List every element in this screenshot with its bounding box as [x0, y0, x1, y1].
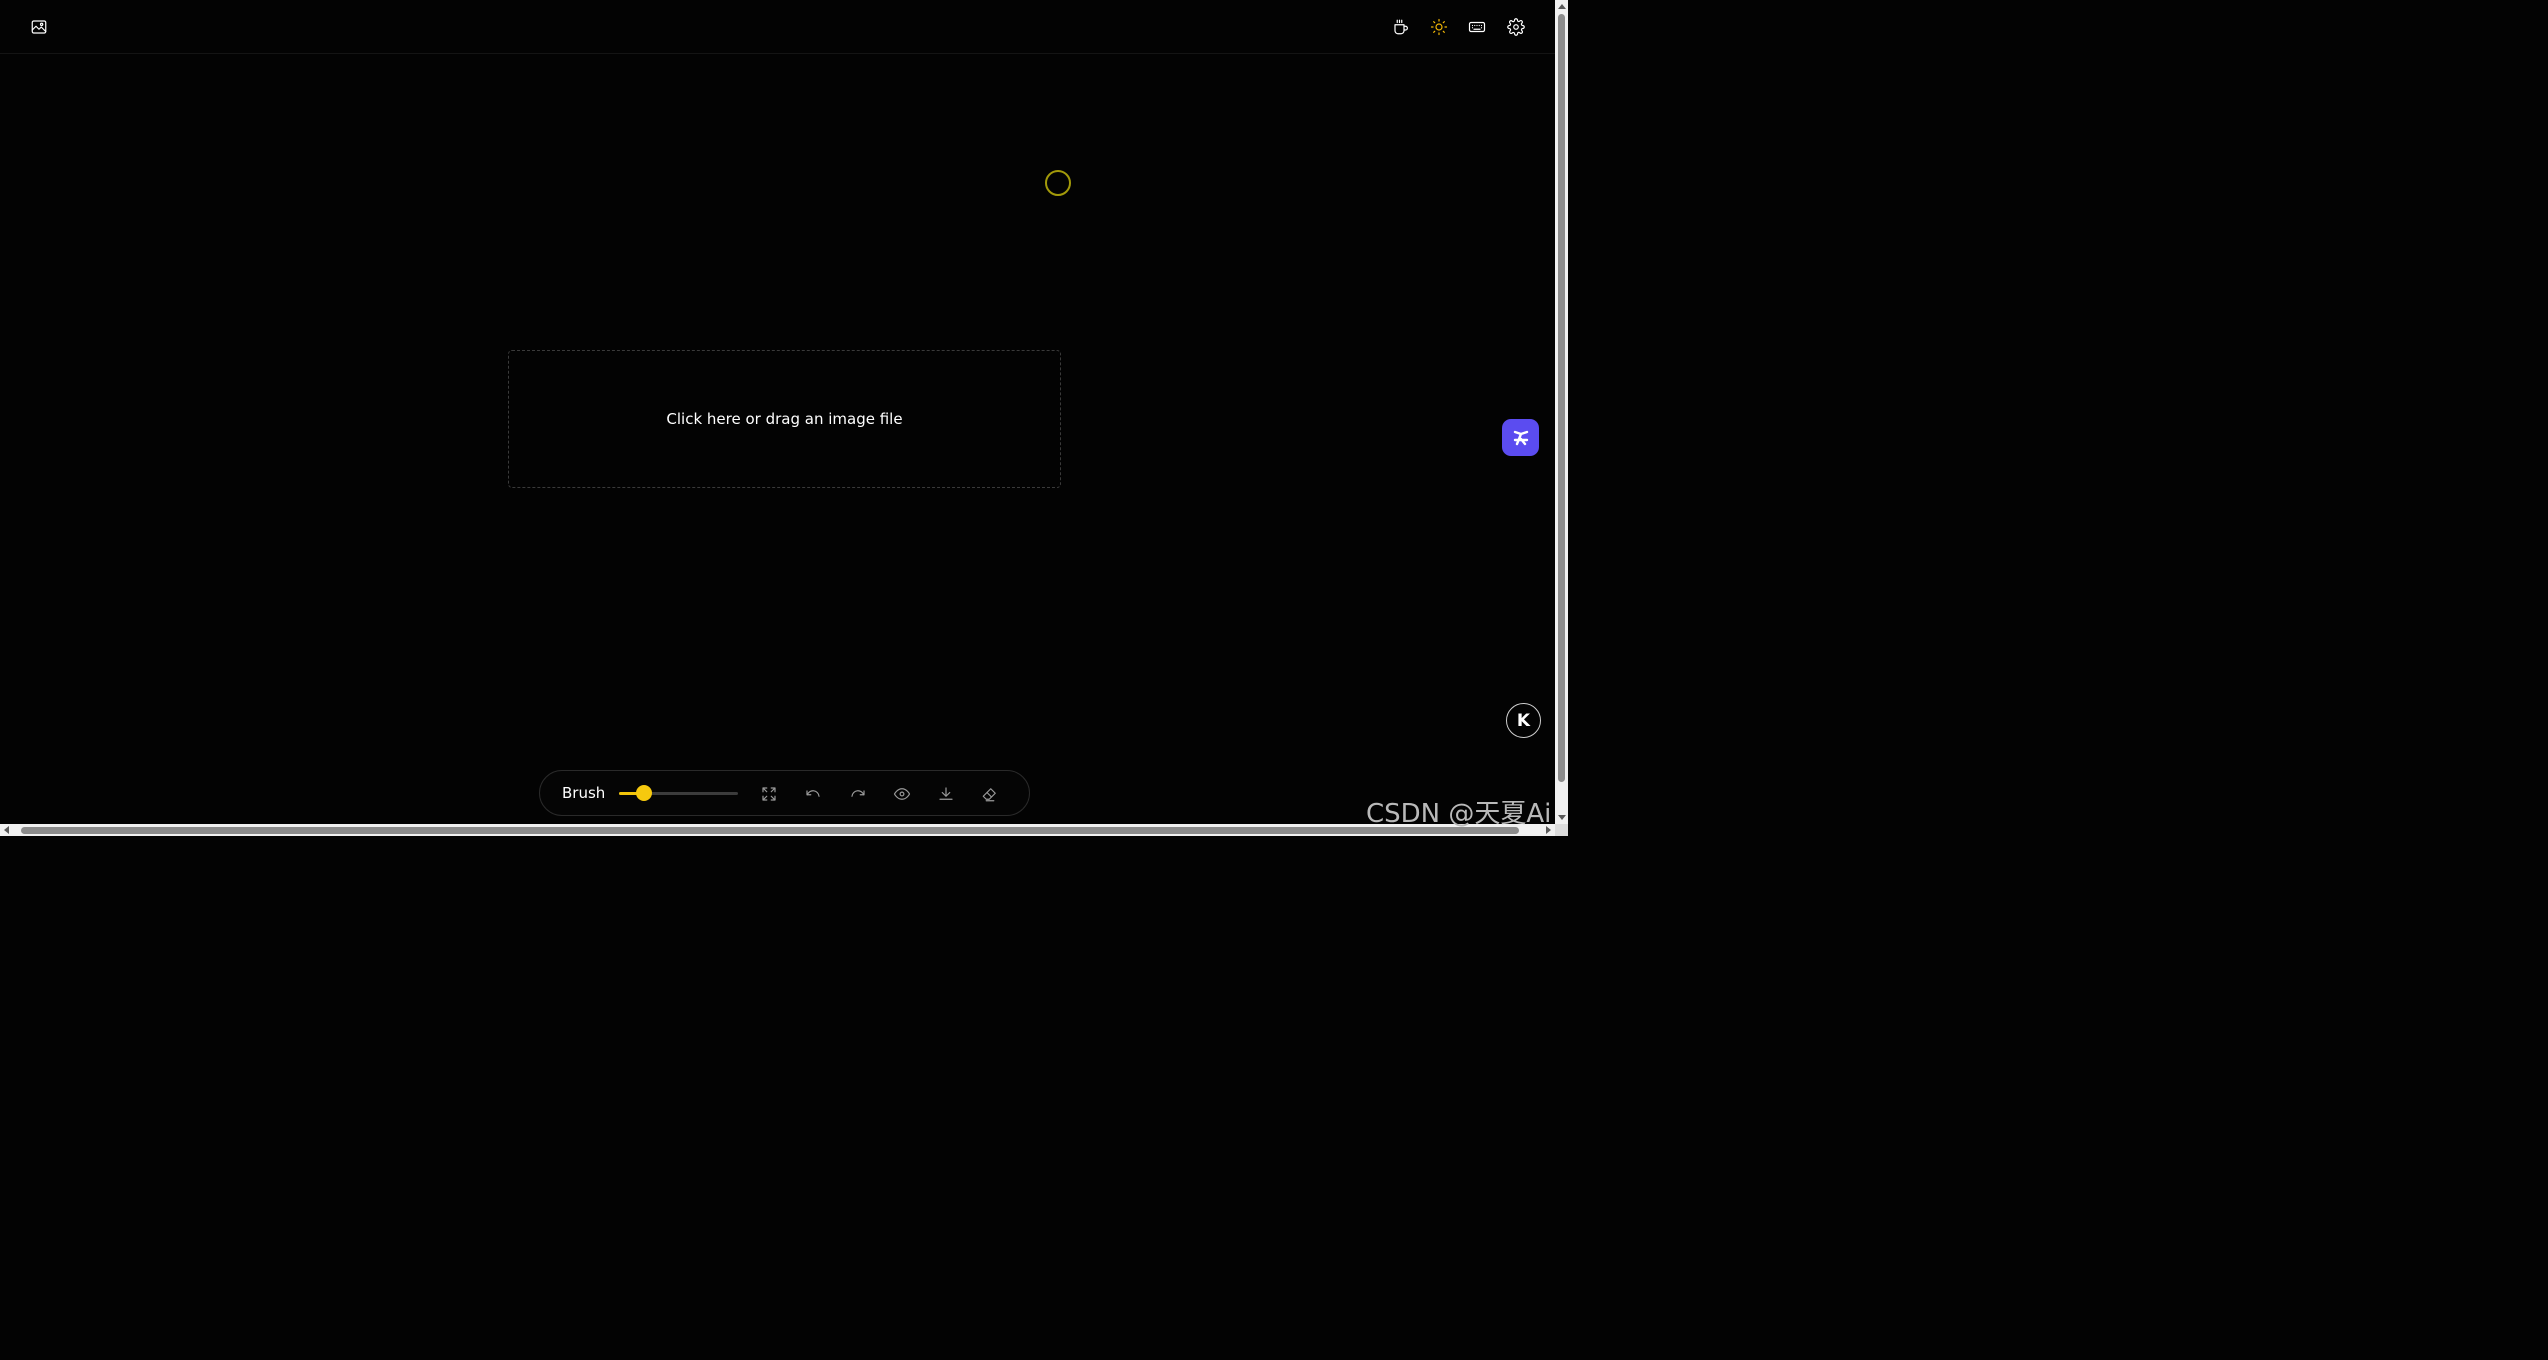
vertical-scroll-thumb[interactable] — [1558, 14, 1565, 782]
top-bar — [0, 0, 1555, 54]
sun-icon[interactable] — [1425, 13, 1453, 41]
image-dropzone[interactable]: Click here or drag an image file — [508, 350, 1061, 488]
coffee-icon[interactable] — [1387, 13, 1415, 41]
app-launcher-icon[interactable] — [1502, 419, 1539, 456]
bottom-toolbar: Brush — [539, 770, 1030, 816]
horizontal-scroll-thumb[interactable] — [21, 827, 1519, 834]
scroll-up-arrow[interactable] — [1558, 4, 1566, 9]
k-assistant-button[interactable]: K — [1506, 703, 1541, 738]
redo-icon[interactable] — [846, 782, 870, 806]
brush-cursor — [1045, 170, 1071, 196]
dropzone-text: Click here or drag an image file — [666, 410, 903, 428]
vertical-scrollbar[interactable] — [1555, 0, 1568, 824]
download-icon[interactable] — [934, 782, 958, 806]
keyboard-icon[interactable] — [1463, 13, 1491, 41]
eraser-icon[interactable] — [978, 782, 1002, 806]
gear-icon[interactable] — [1502, 13, 1530, 41]
scrollbar-corner — [1555, 824, 1568, 836]
brush-label: Brush — [562, 784, 606, 802]
k-label: K — [1516, 710, 1531, 731]
image-icon[interactable] — [25, 13, 53, 41]
brush-size-slider[interactable] — [619, 785, 738, 801]
horizontal-scrollbar[interactable] — [0, 824, 1555, 836]
expand-icon[interactable] — [757, 782, 781, 806]
eye-icon[interactable] — [890, 782, 914, 806]
scroll-down-arrow[interactable] — [1558, 815, 1566, 820]
watermark: CSDN @天夏Ai — [1366, 799, 1552, 829]
scroll-left-arrow[interactable] — [4, 826, 9, 834]
undo-icon[interactable] — [801, 782, 825, 806]
brush-size-thumb[interactable] — [635, 785, 652, 801]
